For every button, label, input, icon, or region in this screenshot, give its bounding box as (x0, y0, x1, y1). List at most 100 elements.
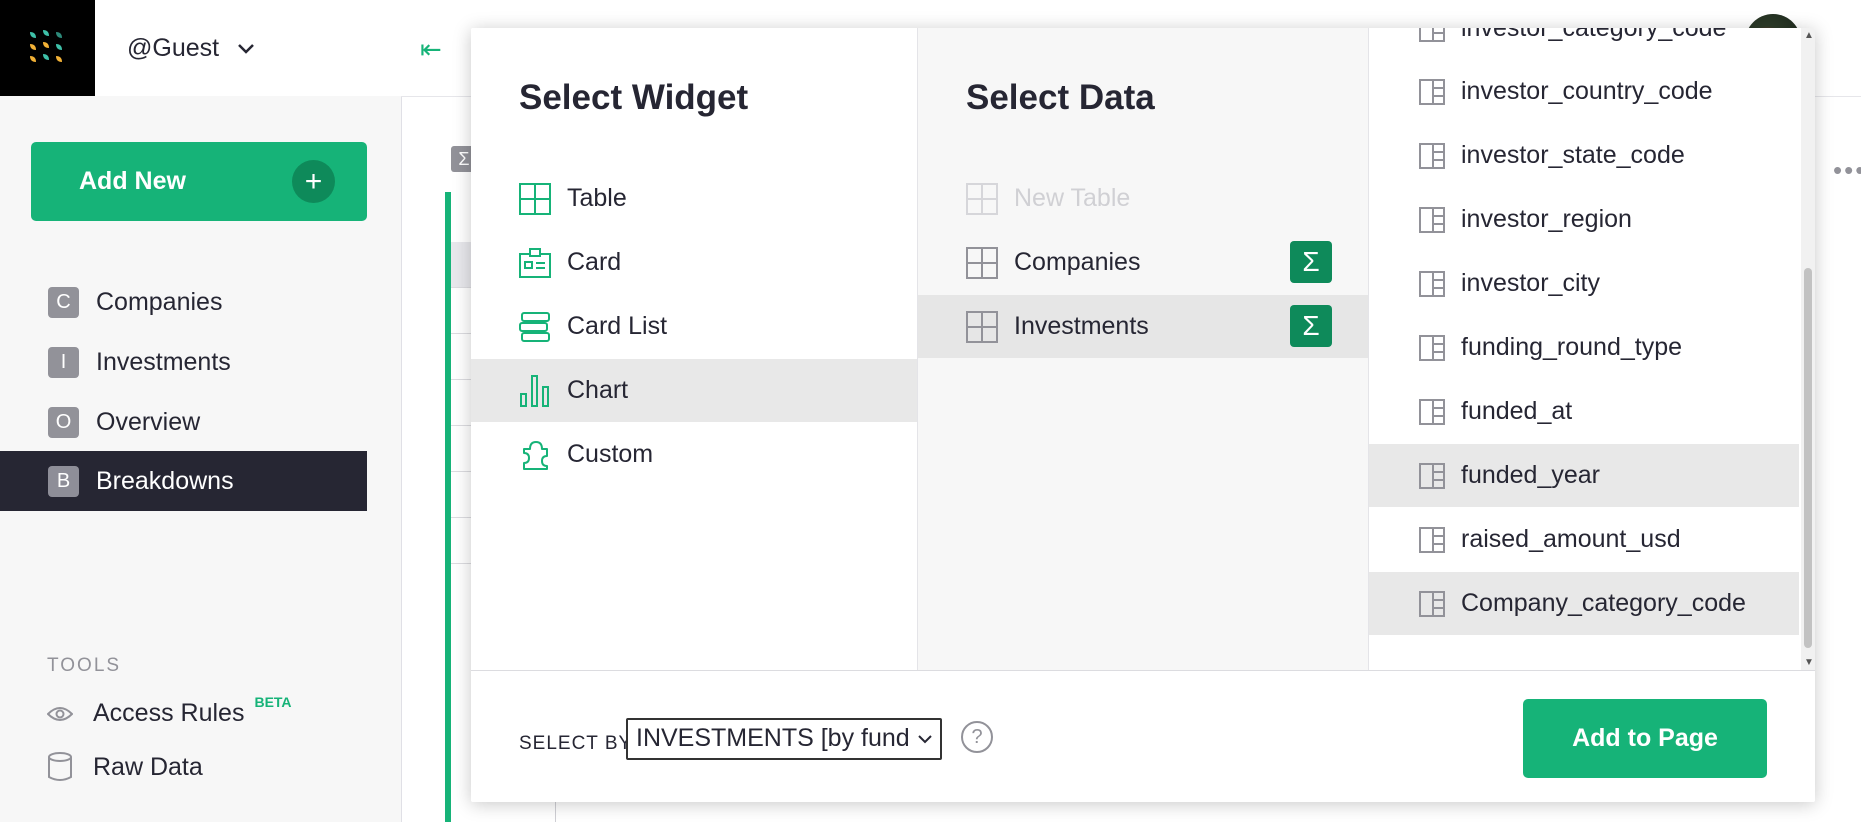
scroll-down-icon[interactable]: ▼ (1804, 657, 1814, 668)
select-by-dropdown[interactable]: INVESTMENTS [by funde (626, 718, 942, 760)
database-icon (48, 752, 72, 781)
page-item-companies[interactable]: C Companies (0, 272, 367, 332)
data-option-label: Investments (1014, 312, 1149, 340)
field-label: investor_city (1461, 269, 1600, 297)
scroll-up-icon[interactable]: ▲ (1804, 30, 1814, 41)
field-option[interactable]: Company_category_code (1369, 572, 1799, 635)
page-initial: B (48, 465, 79, 497)
field-icon (1419, 462, 1445, 489)
card-list-icon (519, 311, 551, 343)
account-menu[interactable]: @Guest (127, 34, 255, 63)
app-logo[interactable] (0, 0, 95, 96)
chart-icon (519, 374, 551, 407)
field-icon (1419, 398, 1445, 425)
field-label: Company_category_code (1461, 589, 1746, 617)
card-icon (519, 247, 551, 279)
table-row (451, 472, 471, 518)
field-option[interactable]: funding_round_type (1369, 316, 1799, 379)
widget-option-label: Table (567, 184, 627, 212)
chevron-down-icon (238, 43, 254, 54)
select-by-label: SELECT BY (519, 733, 633, 754)
field-label: funding_round_type (1461, 333, 1683, 361)
data-column-title: Select Data (966, 78, 1155, 117)
widget-option-card[interactable]: Card (471, 231, 917, 294)
add-to-page-button[interactable]: Add to Page (1523, 699, 1767, 778)
beta-badge: BETA (254, 693, 292, 710)
scrollbar-thumb[interactable] (1804, 268, 1812, 648)
widget-option-table[interactable]: Table (471, 167, 917, 230)
raw-data-link[interactable]: Raw Data (47, 752, 203, 782)
widget-option-label: Card (567, 248, 622, 276)
page-item-overview[interactable]: O Overview (0, 392, 367, 452)
field-icon (1419, 28, 1445, 42)
table-row (451, 426, 471, 472)
data-option-label: New Table (1014, 184, 1131, 212)
custom-widget-icon (519, 439, 551, 471)
field-label: funded_year (1461, 461, 1601, 489)
help-icon[interactable]: ? (961, 721, 993, 753)
data-option-investments[interactable]: Investments Σ (918, 295, 1368, 358)
scrollbar[interactable]: ▲ ▼ (1801, 28, 1815, 670)
grist-logo-icon (29, 30, 62, 62)
table-row (451, 334, 471, 380)
page-initial: C (48, 286, 79, 318)
add-new-button[interactable]: Add New + (31, 142, 367, 221)
field-label: raised_amount_usd (1461, 525, 1681, 553)
chevron-down-icon (910, 720, 940, 758)
page-label: Companies (96, 287, 223, 316)
left-panel: Add New + C Companies I Investments O Ov… (0, 96, 402, 822)
page-item-investments[interactable]: I Investments (0, 332, 367, 392)
field-icon (1419, 142, 1445, 169)
add-new-label: Add New (79, 167, 186, 195)
field-label: investor_region (1461, 205, 1632, 233)
field-label: investor_category_code (1461, 28, 1727, 42)
access-rules-label: Access Rules (93, 699, 245, 727)
widget-column-title: Select Widget (519, 78, 749, 117)
page-item-breakdowns[interactable]: B Breakdowns (0, 451, 367, 511)
page-label: Breakdowns (96, 466, 234, 495)
field-option[interactable]: funded_at (1369, 380, 1799, 443)
widget-option-custom[interactable]: Custom (471, 423, 917, 486)
field-option[interactable]: investor_region (1369, 188, 1799, 251)
group-by-column: investor_category_code investor_country_… (1369, 28, 1815, 670)
table-row (451, 288, 471, 334)
field-option[interactable]: investor_state_code (1369, 124, 1799, 187)
field-label: funded_at (1461, 397, 1573, 425)
field-option[interactable]: funded_year (1369, 444, 1799, 507)
data-option-companies[interactable]: Companies Σ (918, 231, 1368, 294)
summarize-button[interactable]: Σ (1290, 305, 1332, 347)
table-row (451, 518, 471, 564)
widget-option-label: Card List (567, 312, 668, 340)
page-initial: O (48, 406, 79, 438)
access-rules-link[interactable]: Access Rules BETA (47, 694, 292, 728)
eye-icon (47, 706, 73, 721)
widget-option-card-list[interactable]: Card List (471, 295, 917, 358)
tools-heading: TOOLS (47, 655, 122, 676)
page-label: Overview (96, 407, 201, 436)
field-option[interactable]: investor_country_code (1369, 60, 1799, 123)
widget-option-chart[interactable]: Chart (471, 359, 917, 422)
background-grid (451, 242, 471, 822)
plus-icon: + (292, 160, 335, 203)
summarize-button[interactable]: Σ (1290, 241, 1332, 283)
field-icon (1419, 270, 1445, 297)
field-option[interactable]: investor_category_code (1369, 28, 1799, 60)
field-label: investor_state_code (1461, 141, 1685, 169)
data-column: Select Data New Table Companies Σ Invest… (918, 28, 1369, 670)
table-icon (966, 246, 998, 279)
page-label: Investments (96, 347, 231, 376)
widget-column: Select Widget Table Card Card List Chart (471, 28, 918, 670)
widget-option-label: Chart (567, 376, 629, 404)
field-icon (1419, 78, 1445, 105)
account-name: @Guest (127, 34, 220, 62)
more-options-icon[interactable]: ••• (1833, 155, 1861, 186)
collapse-panel-icon[interactable]: ⇤ (420, 34, 442, 65)
field-icon (1419, 590, 1445, 617)
field-icon (1419, 334, 1445, 361)
table-icon (966, 182, 998, 215)
account-bar: @Guest (95, 0, 401, 97)
table-icon (966, 310, 998, 343)
field-option[interactable]: raised_amount_usd (1369, 508, 1799, 571)
field-option[interactable]: investor_city (1369, 252, 1799, 315)
table-row (451, 242, 471, 288)
